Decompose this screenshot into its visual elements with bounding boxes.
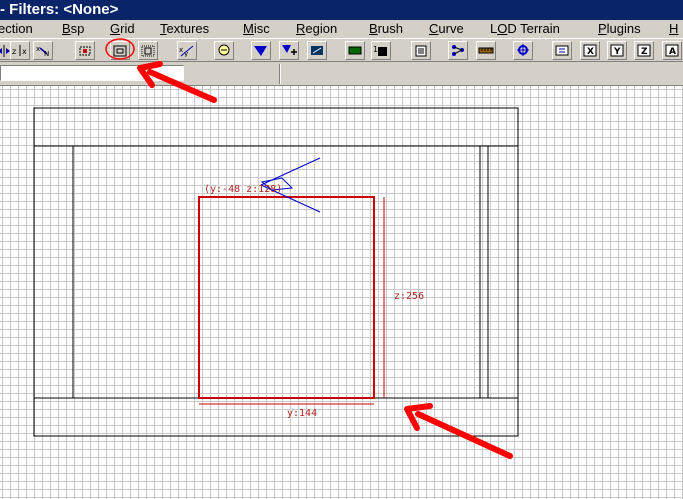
csg-merge-icon[interactable] <box>251 41 271 60</box>
status-divider <box>279 64 281 84</box>
cap-icon[interactable] <box>345 41 365 60</box>
2d-grid-viewport[interactable]: (y:-48 z:128) z:256 y:144 <box>0 86 683 499</box>
view-free-icon[interactable]: Z <box>634 41 654 60</box>
menu-brush[interactable]: Brush <box>369 20 403 38</box>
svg-text:X: X <box>587 47 594 57</box>
rotate-x-icon[interactable]: zx <box>10 41 30 60</box>
command-row <box>0 62 683 86</box>
camera-fov-line-top <box>260 157 321 186</box>
view-y-icon[interactable]: X <box>580 41 600 60</box>
select-inside-icon[interactable] <box>110 41 130 60</box>
selection-coords-label: (y:-48 z:128) <box>204 184 282 195</box>
select-complete-icon[interactable]: xN <box>33 41 53 60</box>
camera-icon[interactable] <box>411 41 431 60</box>
menu-textures[interactable]: Textures <box>160 20 209 38</box>
measure-icon[interactable] <box>448 41 468 60</box>
view-z-icon[interactable]: Y <box>607 41 627 60</box>
clip-icon[interactable] <box>138 41 158 60</box>
csg-subtract-icon[interactable] <box>214 41 234 60</box>
menu-plugins[interactable]: Plugins <box>598 20 641 38</box>
select-touching-icon[interactable] <box>75 41 95 60</box>
svg-text:x: x <box>179 46 183 54</box>
width-dimension-label: y:144 <box>287 408 317 419</box>
menu-misc[interactable]: Misc <box>243 20 270 38</box>
make-hollow-icon[interactable] <box>279 41 299 60</box>
svg-text:N: N <box>44 50 49 57</box>
patch-icon[interactable] <box>307 41 327 60</box>
svg-text:Z: Z <box>641 47 648 57</box>
menu-bar: ection Bsp Grid Textures Misc Region Bru… <box>0 20 683 38</box>
title-bar: - Filters: <None> <box>0 0 683 20</box>
texture-lock-icon[interactable]: xy <box>177 41 197 60</box>
menu-lod-terrain[interactable]: LOD Terrain <box>490 20 560 38</box>
command-input[interactable] <box>0 65 184 81</box>
svg-text:1: 1 <box>373 45 378 54</box>
svg-text:A: A <box>669 47 676 57</box>
rotate-view-icon[interactable] <box>513 41 533 60</box>
svg-text:x: x <box>36 45 40 53</box>
menu-region[interactable]: Region <box>296 20 337 38</box>
svg-text:x: x <box>22 47 27 56</box>
outer-brush[interactable] <box>33 107 519 437</box>
menu-grid[interactable]: Grid <box>110 20 135 38</box>
menu-selection[interactable]: ection <box>0 20 33 38</box>
scale-icon[interactable] <box>476 41 496 60</box>
height-dimension-label: z:256 <box>394 291 424 302</box>
view-a-icon[interactable]: A <box>662 41 682 60</box>
menu-curve[interactable]: Curve <box>429 20 464 38</box>
svg-text:Y: Y <box>613 47 621 57</box>
view-icon[interactable]: 1 <box>371 41 391 60</box>
selected-brush[interactable] <box>198 196 375 399</box>
view-x-icon[interactable] <box>552 41 572 60</box>
viewport-overlay: (y:-48 z:128) z:256 y:144 <box>33 107 519 437</box>
svg-text:z: z <box>12 47 16 56</box>
menu-help[interactable]: H <box>669 20 678 38</box>
window-title: - Filters: <None> <box>0 1 119 18</box>
menu-bsp[interactable]: Bsp <box>62 20 84 38</box>
toolbar: zx xN xy 1 X Y Z A <box>0 38 683 62</box>
